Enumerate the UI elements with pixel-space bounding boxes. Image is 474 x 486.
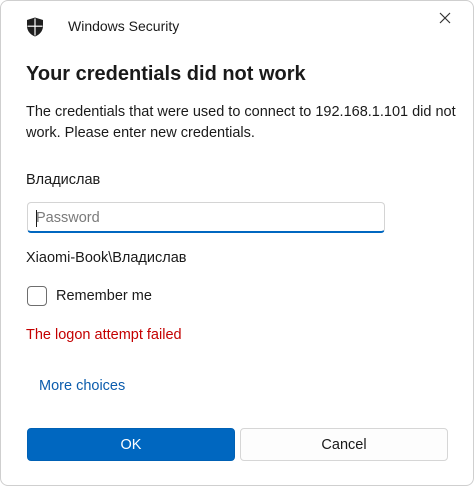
- title-bar: Windows Security: [1, 1, 473, 53]
- dialog-message: The credentials that were used to connec…: [26, 104, 456, 141]
- remember-me-checkbox[interactable]: [27, 286, 47, 306]
- username-label: Владислав: [26, 172, 101, 188]
- ok-button[interactable]: OK: [27, 428, 235, 461]
- credential-dialog: Windows Security Your credentials did no…: [0, 0, 474, 486]
- text-caret: [36, 210, 37, 227]
- close-button[interactable]: [425, 5, 465, 35]
- close-icon: [439, 11, 451, 29]
- password-input[interactable]: [36, 207, 376, 229]
- remember-me-option[interactable]: Remember me: [27, 285, 152, 307]
- app-title: Windows Security: [68, 18, 180, 34]
- password-field[interactable]: [27, 202, 385, 233]
- cancel-button[interactable]: Cancel: [240, 428, 448, 461]
- shield-icon: [26, 17, 44, 37]
- dialog-heading: Your credentials did not work: [26, 63, 306, 85]
- error-message: The logon attempt failed: [26, 327, 182, 343]
- remember-me-label: Remember me: [56, 288, 152, 304]
- more-choices-link[interactable]: More choices: [39, 378, 125, 394]
- domain-user-label: Xiaomi-Book\Владислав: [26, 250, 187, 266]
